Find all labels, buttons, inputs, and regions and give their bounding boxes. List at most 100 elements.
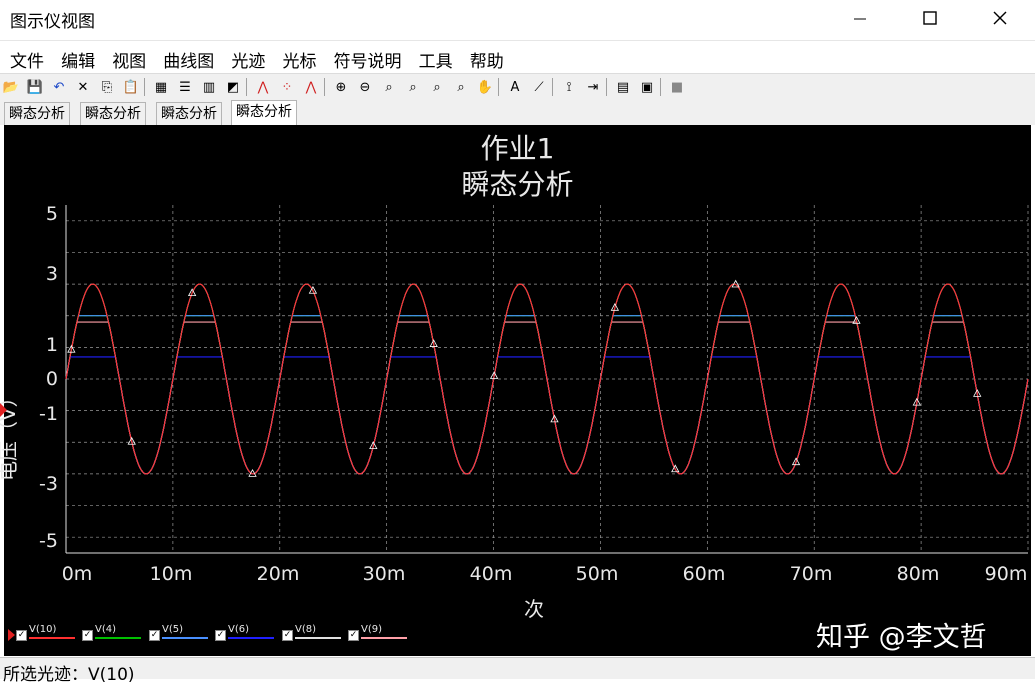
legend-item-v4[interactable]: ✓ V(4) [82, 624, 144, 643]
undo-icon[interactable]: ↶ [50, 78, 68, 96]
close-button[interactable] [978, 4, 1022, 32]
markers-icon[interactable]: ⋀ [302, 78, 320, 96]
table-icon[interactable]: ▤ [614, 78, 632, 96]
legend-checkbox[interactable]: ✓ [215, 630, 226, 641]
bar-chart-icon[interactable]: ▥ [200, 78, 218, 96]
chart-svg [65, 205, 1029, 554]
legend-line [95, 637, 141, 639]
toolbar: 📂 💾 ↶ ✕ ⎘ 📋 ▦ ☰ ▥ ◩ ⋀ ⁘ ⋀ ⊕ ⊖ ⌕ ⌕ ⌕ ⌕ ✋ A ⟋ ⟟ ⇥ ▤ ▣ ■ [0, 73, 1035, 101]
properties-icon[interactable]: ▣ [638, 78, 656, 96]
legend-line [29, 637, 75, 639]
y-tick-neg1: -1 [39, 403, 58, 425]
tab-transient-3[interactable]: 瞬态分析 [156, 102, 222, 125]
menu-graph[interactable]: 曲线图 [157, 41, 220, 72]
x-tick-70m: 70m [789, 563, 833, 585]
legend-item-v6[interactable]: ✓ V(6) [215, 624, 277, 643]
legend-checkbox[interactable]: ✓ [149, 630, 160, 641]
save-icon[interactable]: 💾 [26, 78, 44, 96]
toolbar-separator [606, 78, 607, 96]
cursor-icon[interactable]: ⟟ [560, 78, 578, 96]
y-tick-1: 1 [45, 334, 58, 356]
toolbar-separator [660, 78, 661, 96]
tab-strip: 瞬态分析 瞬态分析 瞬态分析 瞬态分析 [0, 100, 1035, 126]
plot-area[interactable]: 作业1 瞬态分析 5 3 1 0 -1 -3 -5 0m 10m 20m 30m… [0, 125, 1031, 656]
window-title: 图示仪视图 [10, 12, 95, 32]
minimize-icon [854, 18, 866, 20]
watermark: 知乎 @李文哲 [816, 622, 987, 653]
open-icon[interactable]: 📂 [2, 78, 20, 96]
selected-trace-marker-icon [0, 403, 7, 417]
copy-icon[interactable]: ⎘ [98, 78, 116, 96]
maximize-button[interactable] [908, 4, 952, 32]
menu-edit[interactable]: 编辑 [55, 41, 101, 72]
pan-hand-icon[interactable]: ✋ [476, 78, 494, 96]
minimize-button[interactable] [838, 4, 882, 32]
grid-icon[interactable]: ▦ [152, 78, 170, 96]
y-axis-label: 电压（V） [0, 387, 20, 481]
stop-icon[interactable]: ■ [668, 78, 686, 96]
trace-icon[interactable]: ⋀ [254, 78, 272, 96]
legend-line [162, 637, 208, 639]
x-tick-40m: 40m [469, 563, 513, 585]
toolbar-separator [144, 78, 145, 96]
y-tick-neg5: -5 [39, 530, 58, 552]
legend-item-v9[interactable]: ✓ V(9) [348, 624, 410, 643]
zoom-fit-icon[interactable]: ⌕ [380, 78, 398, 96]
y-tick-5: 5 [45, 203, 58, 225]
menu-cursor[interactable]: 光标 [276, 41, 322, 72]
x-tick-0m: 0m [61, 563, 93, 585]
toolbar-separator [498, 78, 499, 96]
legend-line [361, 637, 407, 639]
toolbar-separator [324, 78, 325, 96]
legend-checkbox[interactable]: ✓ [282, 630, 293, 641]
zoom-x-icon[interactable]: ⌕ [404, 78, 422, 96]
tab-transient-1[interactable]: 瞬态分析 [4, 102, 70, 125]
legend-item-v5[interactable]: ✓ V(5) [149, 624, 211, 643]
legend-icon[interactable]: ☰ [176, 78, 194, 96]
points-icon[interactable]: ⁘ [278, 78, 296, 96]
maximize-icon [923, 11, 937, 25]
x-tick-90m: 90m [984, 563, 1028, 585]
tab-transient-2[interactable]: 瞬态分析 [80, 102, 146, 125]
paste-icon[interactable]: 📋 [122, 78, 140, 96]
legend-checkbox[interactable]: ✓ [82, 630, 93, 641]
menu-bar: 文件 编辑 视图 曲线图 光迹 光标 符号说明 工具 帮助 [0, 40, 1035, 72]
menu-file[interactable]: 文件 [4, 41, 50, 72]
x-tick-30m: 30m [362, 563, 406, 585]
x-tick-50m: 50m [575, 563, 619, 585]
toolbar-separator [246, 78, 247, 96]
zoom-in-icon[interactable]: ⊕ [332, 78, 350, 96]
line-style-icon[interactable]: ⟋ [530, 78, 548, 96]
legend-item-v8[interactable]: ✓ V(8) [282, 624, 344, 643]
menu-view[interactable]: 视图 [106, 41, 152, 72]
series-line-v4 [65, 315, 1029, 475]
legend-item-v10[interactable]: ✓ V(10) [16, 624, 78, 643]
delete-icon[interactable]: ✕ [74, 78, 92, 96]
x-tick-10m: 10m [149, 563, 193, 585]
y-tick-3: 3 [45, 263, 58, 285]
zoom-out-icon[interactable]: ⊖ [356, 78, 374, 96]
legend-checkbox[interactable]: ✓ [348, 630, 359, 641]
export-icon[interactable]: ⇥ [584, 78, 602, 96]
y-tick-neg3: -3 [39, 473, 58, 495]
x-tick-60m: 60m [682, 563, 726, 585]
legend-checkbox[interactable]: ✓ [16, 630, 27, 641]
menu-help[interactable]: 帮助 [464, 41, 510, 72]
menu-legend[interactable]: 符号说明 [328, 41, 408, 72]
tab-transient-4[interactable]: 瞬态分析 [231, 100, 297, 126]
series-line-v5 [65, 315, 1029, 475]
x-tick-80m: 80m [896, 563, 940, 585]
menu-tools[interactable]: 工具 [413, 41, 459, 72]
x-axis-label: 次 [524, 597, 544, 621]
series-line-v9 [65, 321, 1029, 475]
legend-line [295, 637, 341, 639]
x-tick-20m: 20m [256, 563, 300, 585]
zoom-y-icon[interactable]: ⌕ [428, 78, 446, 96]
menu-trace[interactable]: 光迹 [225, 41, 271, 72]
zoom-full-icon[interactable]: ⌕ [452, 78, 470, 96]
title-bar: 图示仪视图 [0, 0, 1035, 38]
toolbar-separator [552, 78, 553, 96]
overlay-icon[interactable]: ◩ [224, 78, 242, 96]
legend-line [228, 637, 274, 639]
text-icon[interactable]: A [506, 78, 524, 96]
